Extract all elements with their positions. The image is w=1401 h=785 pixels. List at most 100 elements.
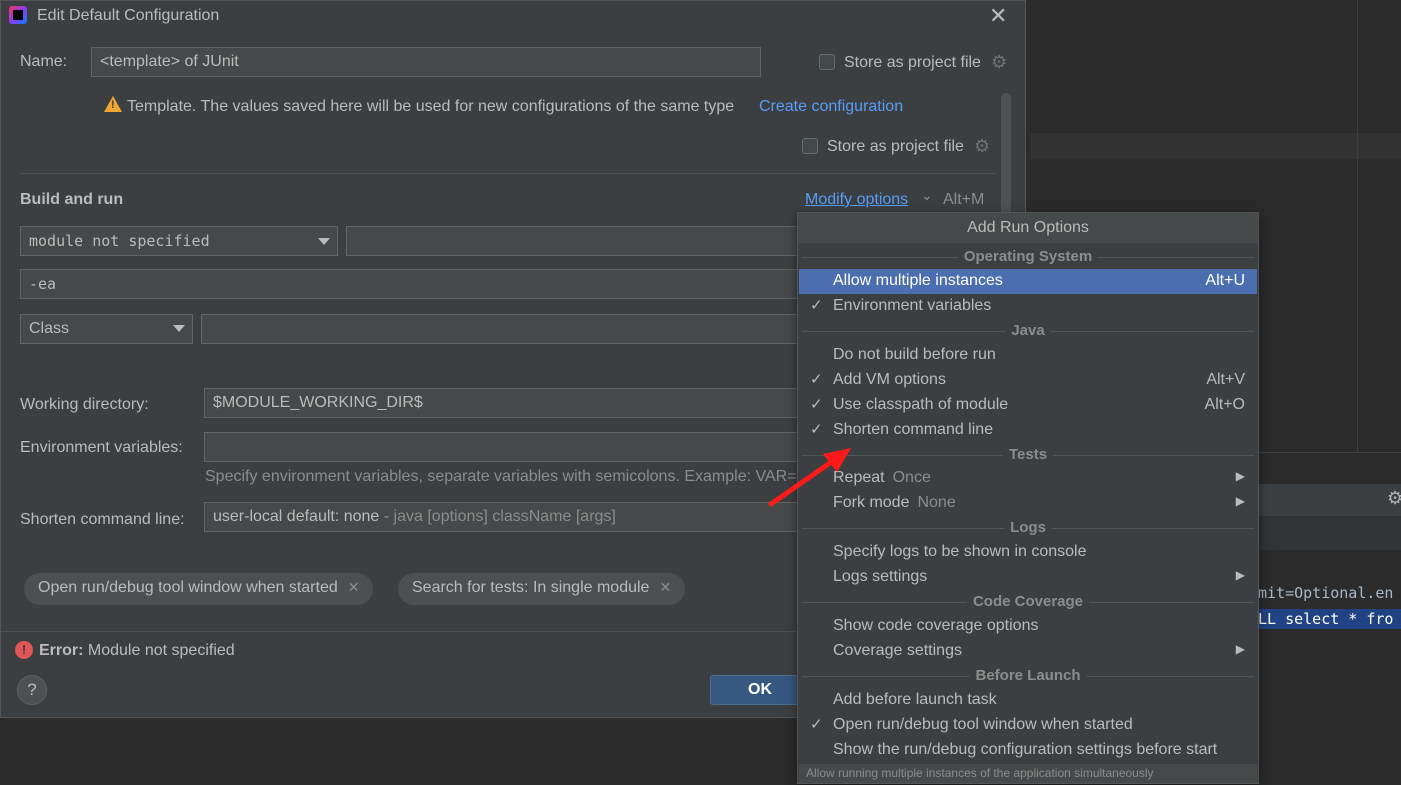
chip-label: Open run/debug tool window when started [38,579,338,596]
menu-item-label: Allow multiple instances [833,272,1003,289]
menu-item-logs-console[interactable]: Specify logs to be shown in console [799,540,1257,565]
chip-search-for-tests[interactable]: Search for tests: In single module ✕ [398,573,686,605]
menu-item-label: Show code coverage options [833,617,1039,634]
modify-options-link[interactable]: Modify options [805,191,908,209]
menu-item-add-vm-options[interactable]: ✓ Add VM options Alt+V [799,368,1257,393]
store-project-file-label[interactable]: Store as project file [844,54,981,72]
module-select-value: module not specified [29,232,210,250]
dialog-titlebar: Edit Default Configuration ✕ [1,1,1025,31]
section-operating-system: Operating System [798,246,1258,268]
test-kind-dropdown-arrow-icon[interactable] [173,325,185,332]
error-text: Module not specified [87,642,235,659]
chip-open-tool-window[interactable]: Open run/debug tool window when started ✕ [24,573,374,605]
submenu-arrow-icon: ▶ [1235,642,1245,656]
menu-item-coverage-options[interactable]: Show code coverage options [799,614,1257,639]
store-project-file-checkbox[interactable] [819,54,835,70]
menu-item-label: Open run/debug tool window when started [833,716,1133,733]
menu-item-label: Use classpath of module [833,396,1009,413]
store-project-file-checkbox-2[interactable] [802,138,818,154]
add-run-options-popup: Add Run Options Operating System Allow m… [797,212,1259,784]
module-select[interactable]: module not specified [20,226,338,256]
jre-input[interactable] [346,226,801,256]
menu-item-label: Coverage settings [833,642,962,659]
background-code-line-selected: LL select * fro [1258,609,1401,629]
popup-footer-description: Allow running multiple instances of the … [799,764,1257,783]
module-dropdown-arrow-icon[interactable] [318,238,330,245]
menu-item-shortcut: Alt+U [1205,272,1245,289]
environment-variables-hint: Specify environment variables, separate … [205,468,797,485]
help-button[interactable]: ? [17,675,47,705]
check-icon: ✓ [810,421,823,438]
error-label: Error: [39,642,84,659]
class-input[interactable] [201,314,801,344]
menu-item-open-tool-window[interactable]: ✓ Open run/debug tool window when starte… [799,713,1257,738]
store-project-file-label-2[interactable]: Store as project file [827,138,964,156]
section-code-coverage: Code Coverage [798,591,1258,613]
menu-item-fork-mode[interactable]: Fork mode None ▶ [799,491,1257,516]
annotation-arrow-icon [768,448,851,507]
build-and-run-title: Build and run [20,191,124,208]
background-current-line [1030,133,1401,159]
remove-chip-icon[interactable]: ✕ [659,579,671,595]
warning-icon [104,96,122,112]
menu-item-label: Add VM options [833,371,946,388]
environment-variables-label: Environment variables: [20,439,183,456]
menu-item-label: Do not build before run [833,346,996,363]
error-icon: ! [15,641,33,659]
background-tabs [1258,516,1401,550]
intellij-logo-icon [9,6,27,24]
close-icon[interactable]: ✕ [989,3,1007,29]
menu-item-shortcut: Alt+O [1204,396,1245,413]
template-warning-text: Template. The values saved here will be … [127,98,735,115]
ok-button[interactable]: OK [710,675,810,705]
menu-item-use-classpath[interactable]: ✓ Use classpath of module Alt+O [799,393,1257,418]
section-logs: Logs [798,517,1258,539]
menu-item-label: Specify logs to be shown in console [833,543,1087,560]
name-label: Name: [20,53,68,70]
menu-item-coverage-settings[interactable]: Coverage settings ▶ [799,639,1257,664]
menu-item-show-settings-before-start[interactable]: Show the run/debug configuration setting… [799,738,1257,763]
gear-icon[interactable]: ⚙ [991,52,1007,73]
menu-item-add-before-launch[interactable]: Add before launch task [799,688,1257,713]
name-input[interactable]: <template> of JUnit [91,47,761,77]
vm-options-input[interactable]: -ea [20,269,801,299]
create-configuration-link[interactable]: Create configuration [759,98,903,116]
modify-options-shortcut: Alt+M [943,191,985,208]
remove-chip-icon[interactable]: ✕ [348,579,360,595]
background-code-line: mit=Optional.en [1258,584,1394,602]
submenu-arrow-icon: ▶ [1235,568,1245,582]
dialog-title: Edit Default Configuration [37,7,220,24]
menu-item-repeat[interactable]: Repeat Once ▶ [799,466,1257,491]
menu-item-value: None [917,494,956,511]
background-margin-line [1357,0,1358,452]
shorten-command-line-value: user-local default: none [213,508,380,525]
submenu-arrow-icon: ▶ [1235,469,1245,483]
check-icon: ✓ [810,371,823,388]
chevron-down-icon[interactable]: ⌄ [921,187,933,204]
menu-item-do-not-build[interactable]: Do not build before run [799,343,1257,368]
popup-header: Add Run Options [798,213,1258,243]
menu-item-label: Logs settings [833,568,928,585]
menu-item-allow-multiple-instances[interactable]: Allow multiple instances Alt+U [799,269,1257,294]
menu-item-label: Shorten command line [833,421,994,438]
shorten-command-line-hint: - java [options] className [args] [379,508,616,525]
gear-icon-2[interactable]: ⚙ [974,136,990,157]
error-message: Error: Module not specified [39,642,235,660]
shorten-command-line-select[interactable]: user-local default: none - java [options… [204,502,801,532]
menu-item-shortcut: Alt+V [1206,371,1245,388]
menu-item-logs-settings[interactable]: Logs settings ▶ [799,565,1257,590]
background-gear-icon[interactable]: ⚙ [1387,488,1401,509]
environment-variables-input[interactable] [204,432,801,462]
background-toolbar [1258,484,1401,516]
working-directory-input[interactable]: $MODULE_WORKING_DIR$ [204,388,801,418]
section-before-launch: Before Launch [798,665,1258,687]
test-kind-select[interactable]: Class [20,314,193,344]
section-java: Java [798,320,1258,342]
menu-item-environment-variables[interactable]: ✓ Environment variables [799,294,1257,319]
submenu-arrow-icon: ▶ [1235,494,1245,508]
menu-item-label: Environment variables [833,297,992,314]
test-kind-value: Class [29,320,70,337]
menu-item-shorten-command-line[interactable]: ✓ Shorten command line [799,418,1257,443]
chip-label: Search for tests: In single module [412,579,650,596]
shorten-command-line-label: Shorten command line: [20,511,185,528]
